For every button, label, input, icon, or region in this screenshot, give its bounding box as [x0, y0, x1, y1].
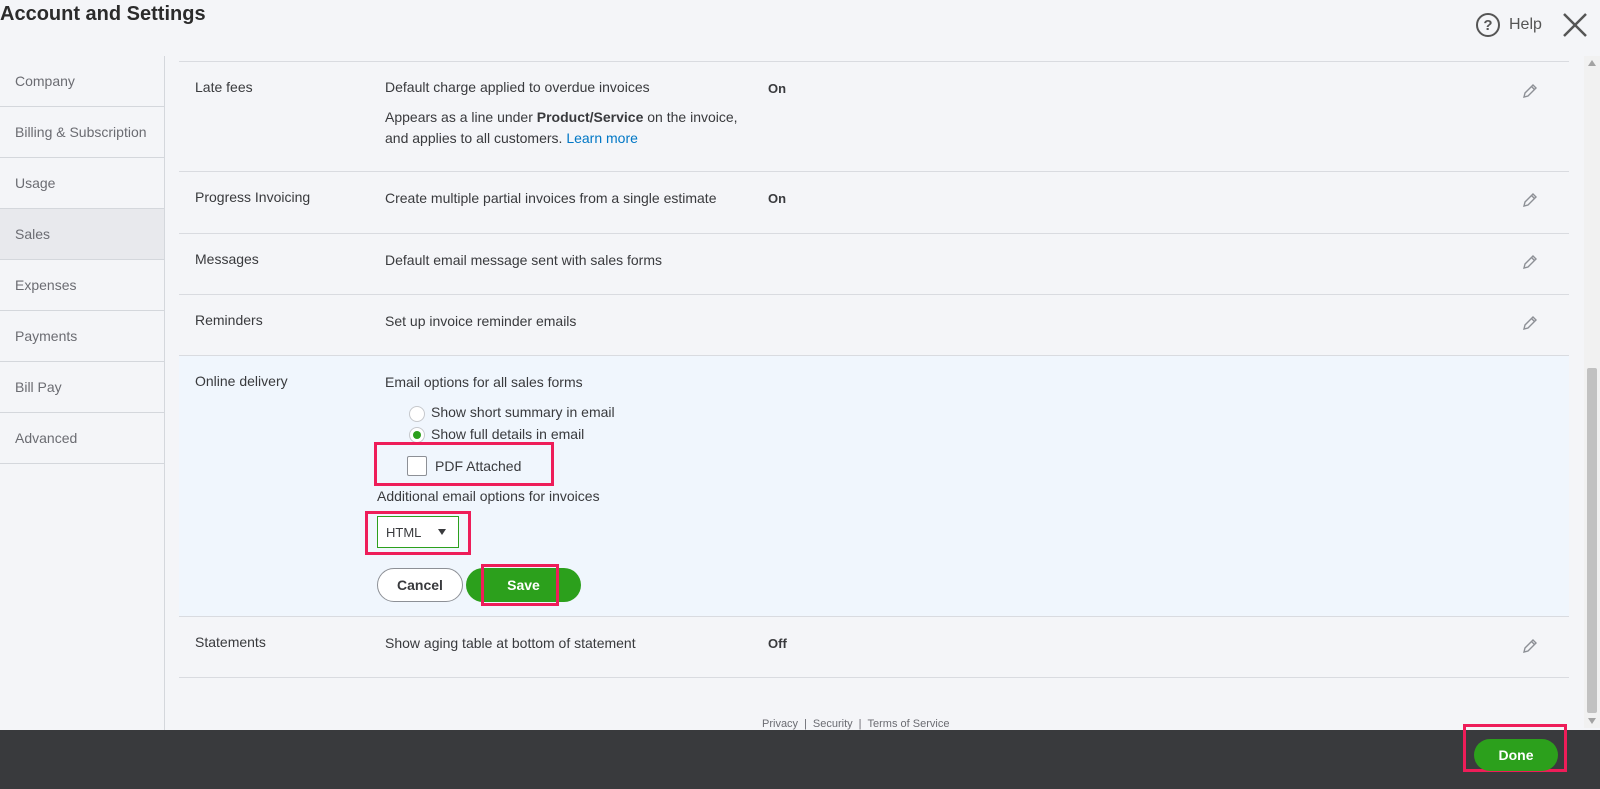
sidebar: Company Billing & Subscription Usage Sal… — [0, 56, 165, 746]
done-button[interactable]: Done — [1474, 739, 1558, 771]
cancel-button[interactable]: Cancel — [377, 568, 463, 602]
sidebar-item-advanced[interactable]: Advanced — [0, 413, 164, 464]
description-line: Appears as a line under Product/Service … — [385, 107, 745, 128]
sidebar-item-company[interactable]: Company — [0, 56, 164, 107]
setting-row-progress-invoicing: Progress Invoicing Create multiple parti… — [179, 172, 1569, 234]
email-format-select[interactable]: HTML — [377, 516, 459, 548]
page-title: Account and Settings — [0, 3, 206, 25]
setting-row-late-fees: Late fees Default charge applied to over… — [179, 62, 1569, 172]
pdf-attached-label: PDF Attached — [435, 458, 522, 474]
terms-of-service-link[interactable]: Terms of Service — [868, 718, 950, 730]
description-line: and applies to all customers. Learn more — [385, 128, 745, 149]
setting-description: Show aging table at bottom of statement — [385, 635, 636, 651]
setting-row-reminders: Reminders Set up invoice reminder emails — [179, 295, 1569, 356]
footer-separator: | — [858, 718, 862, 730]
setting-status: On — [768, 81, 787, 96]
pencil-icon[interactable] — [1521, 191, 1539, 209]
footer-separator: | — [804, 718, 807, 730]
setting-description: Set up invoice reminder emails — [385, 313, 577, 329]
setting-label: Messages — [195, 251, 259, 267]
dropdown-arrow-icon — [438, 529, 446, 535]
sidebar-item-billing-subscription[interactable]: Billing & Subscription — [0, 107, 164, 158]
footer-links: Privacy | Security | Terms of Service — [762, 718, 949, 730]
setting-label: Late fees — [195, 79, 253, 95]
pencil-icon[interactable] — [1521, 82, 1539, 100]
pencil-icon[interactable] — [1521, 637, 1539, 655]
setting-label: Reminders — [195, 312, 263, 328]
radio-short-summary[interactable] — [409, 406, 425, 422]
setting-description: Default charge applied to overdue invoic… — [385, 77, 745, 149]
sidebar-item-bill-pay[interactable]: Bill Pay — [0, 362, 164, 413]
radio-full-details-label: Show full details in email — [431, 426, 585, 442]
pencil-icon[interactable] — [1521, 314, 1539, 332]
sidebar-item-usage[interactable]: Usage — [0, 158, 164, 209]
setting-description: Create multiple partial invoices from a … — [385, 190, 717, 206]
setting-row-statements: Statements Show aging table at bottom of… — [179, 617, 1569, 678]
radio-short-summary-label: Show short summary in email — [431, 404, 615, 420]
scroll-down-arrow-icon[interactable] — [1588, 718, 1596, 724]
description-text: and applies to all customers. — [385, 130, 567, 146]
sidebar-item-expenses[interactable]: Expenses — [0, 260, 164, 311]
header: Account and Settings ? Help — [0, 0, 1600, 58]
help-label: Help — [1509, 16, 1542, 33]
description-bold-text: Product/Service — [536, 109, 644, 125]
description-text: on the invoice, — [643, 109, 738, 125]
additional-email-options-label: Additional email options for invoices — [377, 488, 600, 504]
setting-label: Progress Invoicing — [195, 189, 311, 205]
close-icon[interactable] — [1560, 10, 1590, 40]
setting-row-online-delivery: Online delivery Email options for all sa… — [179, 356, 1569, 617]
pencil-icon[interactable] — [1521, 253, 1539, 271]
help-button[interactable]: ? Help — [1476, 12, 1542, 38]
privacy-link[interactable]: Privacy — [762, 718, 798, 730]
setting-row-messages: Messages Default email message sent with… — [179, 234, 1569, 295]
pdf-attached-checkbox[interactable] — [407, 456, 427, 476]
help-icon: ? — [1476, 13, 1500, 37]
scrollbar[interactable] — [1584, 56, 1600, 728]
setting-label: Online delivery — [195, 373, 288, 389]
highlight-box — [481, 564, 559, 606]
setting-status: On — [768, 191, 787, 206]
bottom-bar: Done — [0, 724, 1600, 789]
description-line: Default charge applied to overdue invoic… — [385, 79, 650, 95]
setting-label: Statements — [195, 634, 266, 650]
scroll-up-arrow-icon[interactable] — [1588, 60, 1596, 66]
sidebar-item-sales[interactable]: Sales — [0, 209, 164, 260]
scrollbar-thumb[interactable] — [1587, 368, 1597, 713]
description-text: Appears as a line under — [385, 109, 537, 125]
email-options-label: Email options for all sales forms — [385, 374, 583, 390]
learn-more-link[interactable]: Learn more — [566, 130, 638, 146]
setting-status: Off — [768, 636, 787, 651]
email-format-value: HTML — [386, 524, 422, 540]
security-link[interactable]: Security — [813, 718, 853, 730]
radio-full-details[interactable] — [409, 427, 425, 443]
setting-description: Default email message sent with sales fo… — [385, 252, 662, 268]
sidebar-item-payments[interactable]: Payments — [0, 311, 164, 362]
